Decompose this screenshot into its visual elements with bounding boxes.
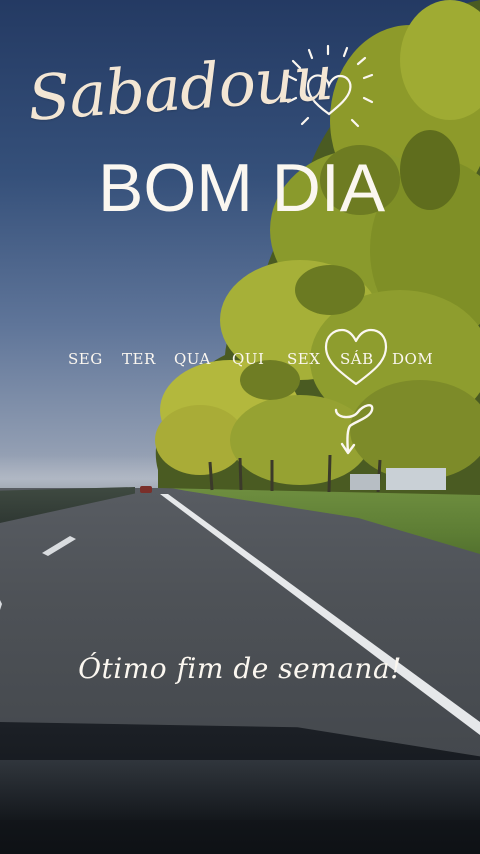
dashboard-glare: [0, 760, 480, 820]
weekday-label: QUA: [174, 350, 211, 368]
squiggle-arrow-icon: [334, 404, 374, 455]
lane-markings: [0, 494, 480, 735]
weekday-label: QUI: [232, 350, 265, 368]
story-canvas: Sabadouu BOM DIA SEG TER QUA QUI SEX SÁB…: [0, 0, 480, 854]
distant-building: [386, 468, 446, 490]
weekday-label: DOM: [392, 350, 434, 368]
weekday-label: TER: [122, 350, 156, 368]
distant-car: [140, 486, 152, 493]
heart-outline-icon: [324, 328, 388, 386]
weekday-label: SEG: [68, 350, 103, 368]
weekday-row: SEG TER QUA QUI SEX SÁB DOM: [60, 342, 450, 376]
main-greeting-title: BOM DIA: [98, 150, 386, 226]
distant-building: [350, 474, 380, 490]
weekday-label: SEX: [287, 350, 321, 368]
weekend-tagline: Ótimo fim de semana!: [78, 652, 402, 685]
